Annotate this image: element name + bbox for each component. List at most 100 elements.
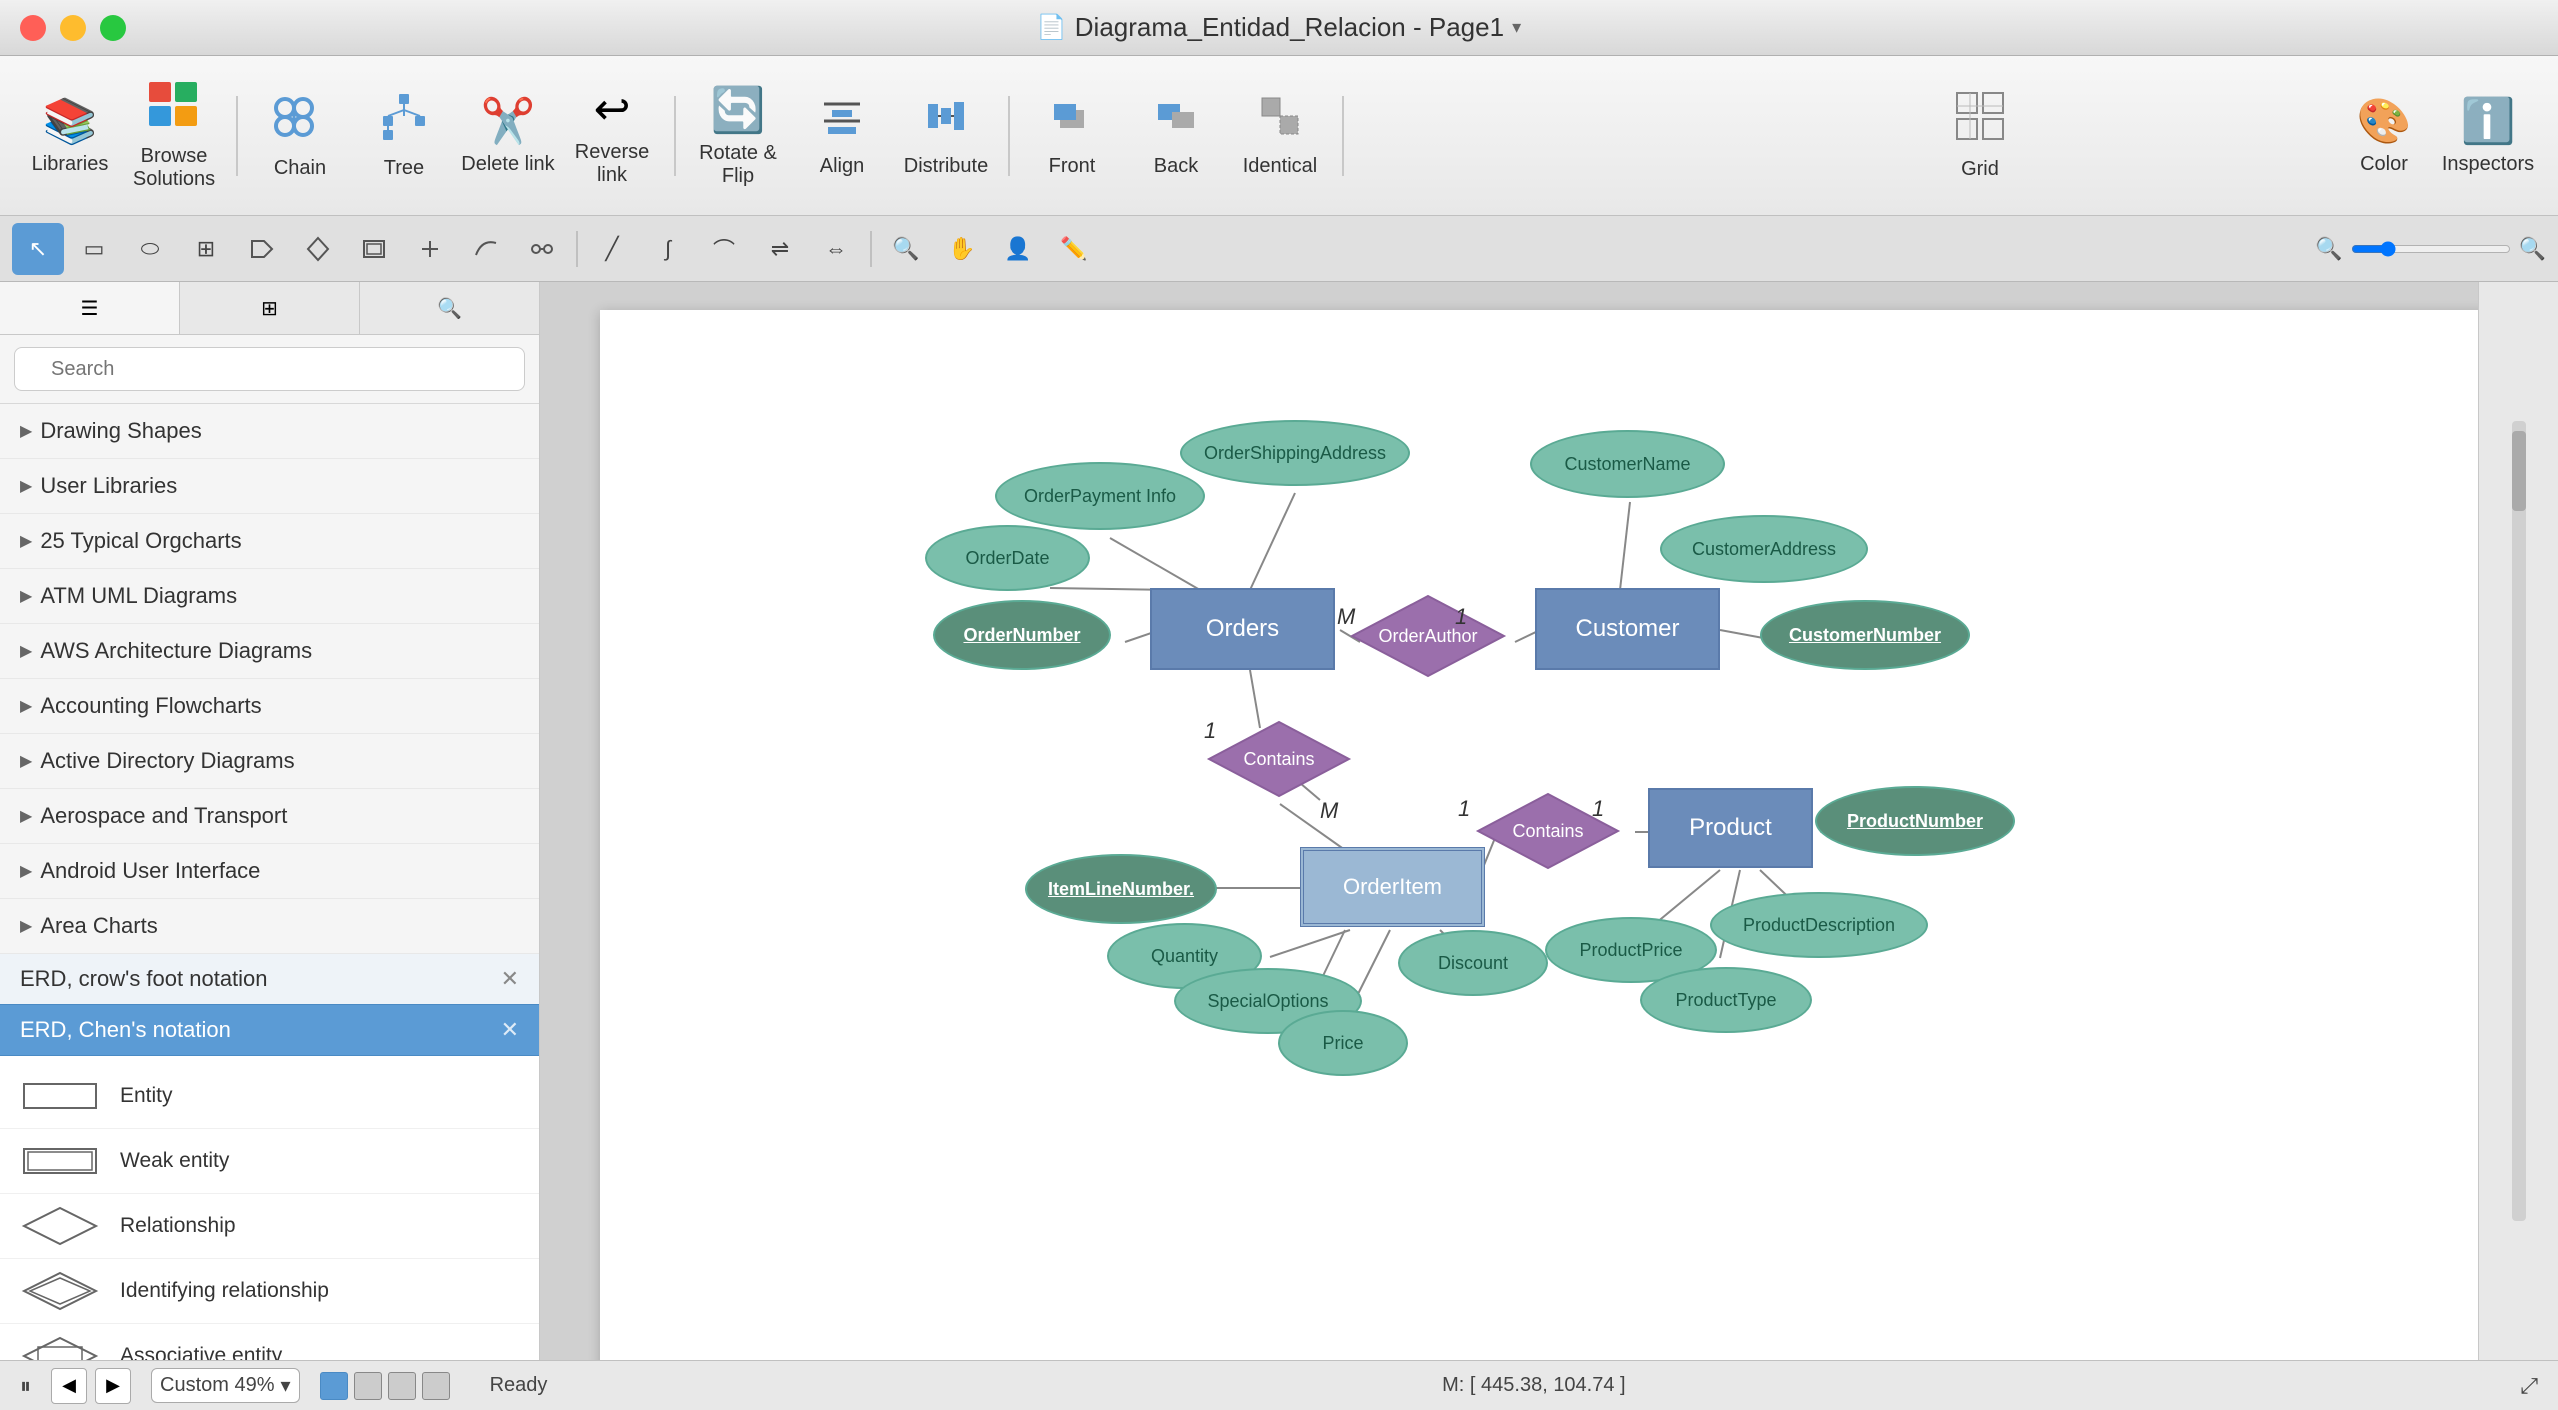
canvas-area[interactable]: OrderShippingAddress OrderPayment Info O… <box>540 282 2478 1360</box>
chevron-icon: ▶ <box>20 586 32 606</box>
back-button[interactable]: Back <box>1126 71 1226 201</box>
title-arrow: ▾ <box>1512 17 1521 38</box>
attr-ordernumber[interactable]: OrderNumber <box>933 600 1111 670</box>
attr-orderdate[interactable]: OrderDate <box>925 525 1090 591</box>
page-dot-4[interactable] <box>422 1372 450 1400</box>
shape-identifying-rel[interactable]: Identifying relationship <box>0 1259 539 1324</box>
attr-itemlinenumber[interactable]: ItemLineNumber. <box>1025 854 1217 924</box>
zoom-selector[interactable]: Custom 49% ▾ <box>151 1368 300 1403</box>
distribute-button[interactable]: Distribute <box>896 71 996 201</box>
align-icon <box>820 94 864 149</box>
page-dot-3[interactable] <box>388 1372 416 1400</box>
fit-to-page-icon[interactable]: ⤢ <box>2520 1373 2538 1399</box>
pan-tool[interactable]: ✋ <box>936 223 988 275</box>
curve-tool[interactable]: ∫ <box>642 223 694 275</box>
tree-button[interactable]: Tree <box>354 71 454 201</box>
libraries-button[interactable]: 📚 Libraries <box>20 71 120 201</box>
entity-customer[interactable]: Customer <box>1535 588 1720 670</box>
attr-price[interactable]: Price <box>1278 1010 1408 1076</box>
grid-button[interactable]: Grid <box>1930 71 2030 201</box>
sidebar-item-active-directory[interactable]: ▶ Active Directory Diagrams <box>0 734 539 789</box>
rel-contains1[interactable]: Contains <box>1205 718 1353 800</box>
sidebar-item-area-charts[interactable]: ▶ Area Charts <box>0 899 539 954</box>
zoom-out-icon[interactable]: 🔍 <box>2315 236 2342 262</box>
next-page-button[interactable]: ▶ <box>95 1368 131 1404</box>
sidebar-tab-search[interactable]: 🔍 <box>360 282 539 334</box>
shape-weak-entity[interactable]: Weak entity <box>0 1129 539 1194</box>
rectangle-tool[interactable]: ▭ <box>68 223 120 275</box>
attr-discount[interactable]: Discount <box>1398 930 1548 996</box>
zoom-in-tool[interactable]: 🔍 <box>880 223 932 275</box>
chevron-icon: ▶ <box>20 476 32 496</box>
align-button[interactable]: Align <box>792 71 892 201</box>
erd-chen-item[interactable]: ERD, Chen's notation ✕ <box>0 1005 539 1056</box>
entity-orderitem[interactable]: OrderItem <box>1300 847 1485 927</box>
attr-customernumber[interactable]: CustomerNumber <box>1760 600 1970 670</box>
entity-orders[interactable]: Orders <box>1150 588 1335 670</box>
attr-ordershippingaddress[interactable]: OrderShippingAddress <box>1180 420 1410 486</box>
person-tool[interactable]: 👤 <box>992 223 1044 275</box>
close-library-icon[interactable]: ✕ <box>501 1017 519 1043</box>
sidebar-tab-grid[interactable]: ⊞ <box>180 282 360 334</box>
delete-link-button[interactable]: ✂️ Delete link <box>458 71 558 201</box>
color-button[interactable]: 🎨 Color <box>2334 71 2434 201</box>
shape-tool-4[interactable] <box>404 223 456 275</box>
table-tool[interactable]: ⊞ <box>180 223 232 275</box>
shape-tool-1[interactable] <box>236 223 288 275</box>
entity-product[interactable]: Product <box>1648 788 1813 868</box>
sidebar-item-accounting[interactable]: ▶ Accounting Flowcharts <box>0 679 539 734</box>
shape-tool-3[interactable] <box>348 223 400 275</box>
sidebar-item-atm-uml[interactable]: ▶ ATM UML Diagrams <box>0 569 539 624</box>
sidebar-item-android[interactable]: ▶ Android User Interface <box>0 844 539 899</box>
pause-button[interactable]: ⏸ <box>20 1373 31 1399</box>
attr-orderpaymentinfo[interactable]: OrderPayment Info <box>995 462 1205 530</box>
page-dot-2[interactable] <box>354 1372 382 1400</box>
rel-orderauthor[interactable]: OrderAuthor <box>1348 592 1508 680</box>
connector-tool-2[interactable]: ⇔ <box>810 223 862 275</box>
shape-associative[interactable]: Associative entity <box>0 1324 539 1360</box>
zoom-slider[interactable] <box>2351 241 2511 257</box>
sidebar-item-aws[interactable]: ▶ AWS Architecture Diagrams <box>0 624 539 679</box>
sidebar-item-25-orgcharts[interactable]: ▶ 25 Typical Orgcharts <box>0 514 539 569</box>
browse-solutions-button[interactable]: Browse Solutions <box>124 71 224 201</box>
arc-tool[interactable]: ⌒ <box>698 223 750 275</box>
reverse-link-button[interactable]: ↩ Reverse link <box>562 71 662 201</box>
attr-customername[interactable]: CustomerName <box>1530 430 1725 498</box>
attr-productnumber[interactable]: ProductNumber <box>1815 786 2015 856</box>
sidebar-item-user-libraries[interactable]: ▶ User Libraries <box>0 459 539 514</box>
connector-tool-1[interactable]: ⇌ <box>754 223 806 275</box>
rotate-flip-button[interactable]: 🔄 Rotate & Flip <box>688 71 788 201</box>
pen-tool[interactable]: ✏️ <box>1048 223 1100 275</box>
attr-customeraddress[interactable]: CustomerAddress <box>1660 515 1868 583</box>
sidebar-item-drawing-shapes[interactable]: ▶ Drawing Shapes <box>0 404 539 459</box>
close-library-icon[interactable]: ✕ <box>501 966 519 992</box>
rotate-flip-icon: 🔄 <box>711 84 766 136</box>
shape-tool-5[interactable] <box>460 223 512 275</box>
sidebar-item-aerospace[interactable]: ▶ Aerospace and Transport <box>0 789 539 844</box>
chain-button[interactable]: Chain <box>250 71 350 201</box>
canvas[interactable]: OrderShippingAddress OrderPayment Info O… <box>600 310 2478 1360</box>
search-input[interactable] <box>14 347 525 391</box>
erd-crowsfoot-item[interactable]: ERD, crow's foot notation ✕ <box>0 954 539 1005</box>
attr-productdescription[interactable]: ProductDescription <box>1710 892 1928 958</box>
minimize-button[interactable] <box>60 15 86 41</box>
shape-tool-2[interactable] <box>292 223 344 275</box>
prev-page-button[interactable]: ◀ <box>51 1368 87 1404</box>
shape-relationship[interactable]: Relationship <box>0 1194 539 1259</box>
inspectors-button[interactable]: ℹ️ Inspectors <box>2438 71 2538 201</box>
line-tool[interactable]: ╱ <box>586 223 638 275</box>
attr-producttype[interactable]: ProductType <box>1640 967 1812 1033</box>
library-label: ERD, Chen's notation <box>20 1017 231 1043</box>
shape-entity[interactable]: Entity <box>0 1064 539 1129</box>
front-button[interactable]: Front <box>1022 71 1122 201</box>
shape-tool-6[interactable] <box>516 223 568 275</box>
sidebar-tab-list[interactable]: ☰ <box>0 282 180 334</box>
close-button[interactable] <box>20 15 46 41</box>
pointer-tool[interactable]: ↖ <box>12 223 64 275</box>
maximize-button[interactable] <box>100 15 126 41</box>
chevron-icon: ▶ <box>20 531 32 551</box>
ellipse-tool[interactable]: ⬭ <box>124 223 176 275</box>
zoom-in-icon[interactable]: 🔍 <box>2519 236 2546 262</box>
identical-button[interactable]: Identical <box>1230 71 1330 201</box>
page-dot-1[interactable] <box>320 1372 348 1400</box>
